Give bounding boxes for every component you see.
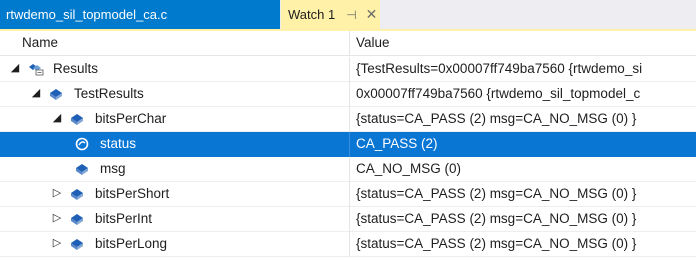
column-header-value[interactable]: Value [356,35,390,50]
watch-row-msg[interactable]: msg CA_NO_MSG (0) [0,157,696,182]
collapse-arrow-icon[interactable]: ◢ [9,61,21,74]
row-value[interactable]: 0x00007ff749ba7560 {rtwdemo_sil_topmodel… [356,86,640,101]
column-divider [349,232,350,257]
tab-watch-1[interactable]: Watch 1 ⊣ ✕ [281,0,380,29]
expand-arrow-icon[interactable]: ▷ [51,186,63,199]
field-icon [49,87,63,101]
column-divider [349,82,350,107]
row-value[interactable]: {status=CA_PASS (2) msg=CA_NO_MSG (0) } [356,211,636,226]
row-name: bitsPerInt [95,211,153,226]
row-value[interactable]: CA_PASS (2) [356,136,438,151]
column-divider[interactable] [349,31,350,56]
struct-icon [28,62,44,76]
expand-arrow-icon[interactable]: ▷ [51,236,63,249]
column-header: Name Value [0,31,696,56]
row-name: Results [53,61,99,76]
column-divider [349,132,350,157]
watch-row-Results[interactable]: ◢ Results {TestResults=0x00007ff749ba7560 … [0,57,696,82]
field-icon [70,187,84,201]
field-icon [70,212,84,226]
row-value[interactable]: {status=CA_PASS (2) msg=CA_NO_MSG (0) } [356,186,636,201]
watch-row-bitsPerLong[interactable]: ▷ bitsPerLong {status=CA_PASS (2) msg=CA_N… [0,232,696,257]
expand-arrow-icon[interactable]: ▷ [51,211,63,224]
row-value[interactable]: {TestResults=0x00007ff749ba7560 {rtwdemo… [356,61,642,76]
row-name: msg [100,161,126,176]
status-field-icon [75,137,89,151]
watch-row-bitsPerInt[interactable]: ▷ bitsPerInt {status=CA_PASS (2) msg=CA_NO… [0,207,696,232]
row-value[interactable]: {status=CA_PASS (2) msg=CA_NO_MSG (0) } [356,236,636,251]
pin-icon[interactable]: ⊣ [346,8,356,22]
field-icon [75,162,89,176]
tab-label: Watch 1 [288,7,336,22]
field-icon [70,237,84,251]
watch-row-bitsPerChar[interactable]: ◢ bitsPerChar {status=CA_PASS (2) msg=CA_N… [0,107,696,132]
watch-row-bitsPerShort[interactable]: ▷ bitsPerShort {status=CA_PASS (2) msg=CA_… [0,182,696,207]
column-divider [349,182,350,207]
column-header-name[interactable]: Name [22,35,58,50]
tab-label: rtwdemo_sil_topmodel_ca.c [6,7,168,22]
field-icon [70,112,84,126]
row-name: TestResults [74,86,144,101]
row-value[interactable]: CA_NO_MSG (0) [356,161,461,176]
column-divider [349,157,350,182]
row-value[interactable]: {status=CA_PASS (2) msg=CA_NO_MSG (0) } [356,111,636,126]
close-icon[interactable]: ✕ [366,6,378,23]
collapse-arrow-icon[interactable]: ◢ [51,111,63,124]
row-name: bitsPerShort [95,186,170,201]
row-name: status [100,136,137,151]
watch-row-TestResults[interactable]: ◢ TestResults 0x00007ff749ba7560 {rtwdemo_… [0,82,696,107]
tab-bar: rtwdemo_sil_topmodel_ca.c Watch 1 ⊣ ✕ [0,0,696,31]
collapse-arrow-icon[interactable]: ◢ [30,86,42,99]
tab-source-file[interactable]: rtwdemo_sil_topmodel_ca.c [0,0,280,29]
row-name: bitsPerLong [95,236,168,251]
column-divider [349,57,350,82]
watch-row-status[interactable]: status CA_PASS (2) [0,132,696,157]
column-divider [349,107,350,132]
column-divider [349,207,350,232]
row-name: bitsPerChar [95,111,167,126]
